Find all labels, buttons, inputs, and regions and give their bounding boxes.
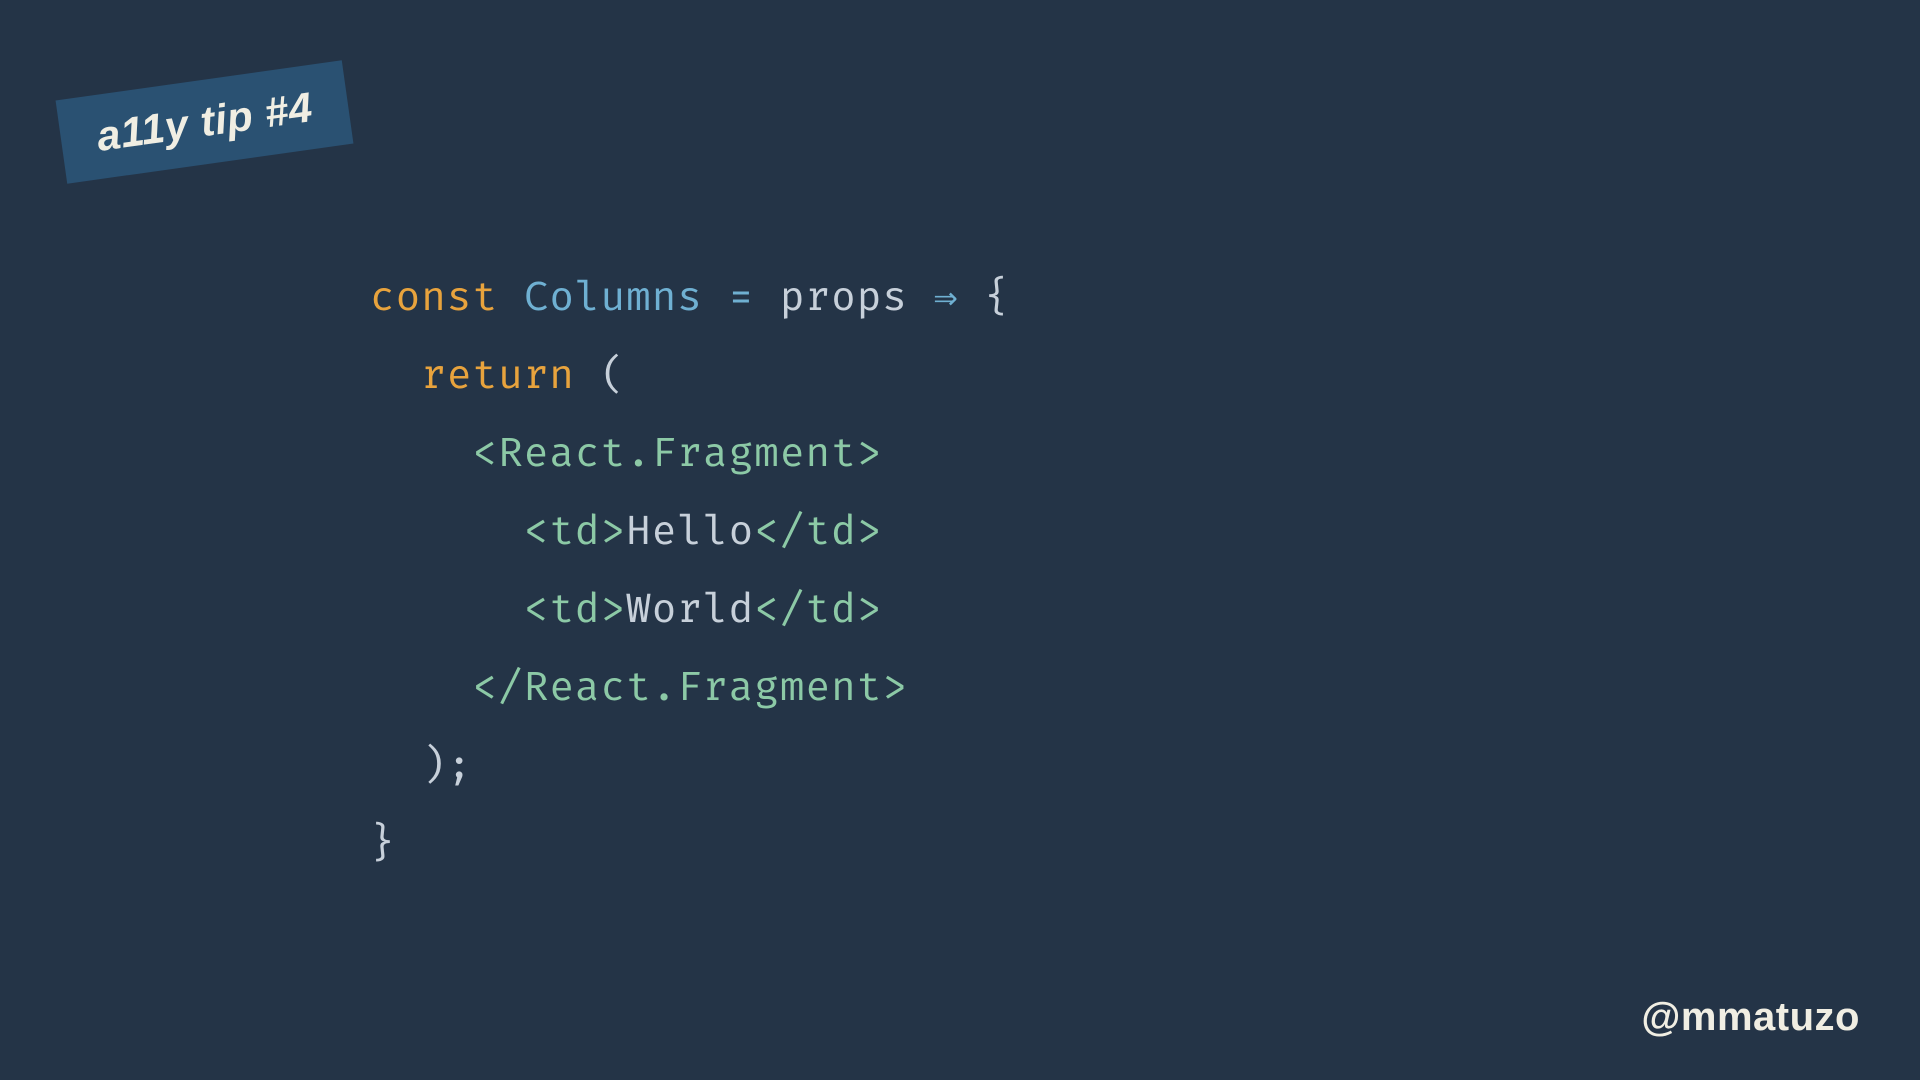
op-eq: = — [729, 274, 755, 323]
paren-close: ); — [421, 742, 472, 791]
author-handle-text: @mmatuzo — [1641, 995, 1860, 1039]
arrow-icon: ⇒ — [934, 274, 959, 323]
jsx-fragment-close: </React.Fragment> — [472, 664, 907, 713]
author-handle: @mmatuzo — [1641, 995, 1860, 1040]
code-block: const Columns = props ⇒ { return ( <Reac… — [370, 260, 1010, 884]
jsx-fragment-open: <React.Fragment> — [472, 430, 882, 479]
kw-return: return — [421, 352, 575, 401]
jsx-td-open-1: <td> — [524, 508, 626, 557]
text-world: World — [626, 586, 754, 635]
jsx-td-close-1: </td> — [754, 508, 882, 557]
brace-close: } — [370, 820, 396, 869]
kw-const: const — [370, 274, 498, 323]
fn-name: Columns — [524, 274, 703, 323]
brace-open: { — [984, 274, 1010, 323]
param-props: props — [780, 274, 908, 323]
text-hello: Hello — [626, 508, 754, 557]
tip-badge: a11y tip #4 — [56, 60, 354, 183]
jsx-td-close-2: </td> — [754, 586, 882, 635]
jsx-td-open-2: <td> — [524, 586, 626, 635]
tip-badge-label: a11y tip #4 — [94, 83, 316, 160]
paren-open: ( — [601, 352, 627, 401]
